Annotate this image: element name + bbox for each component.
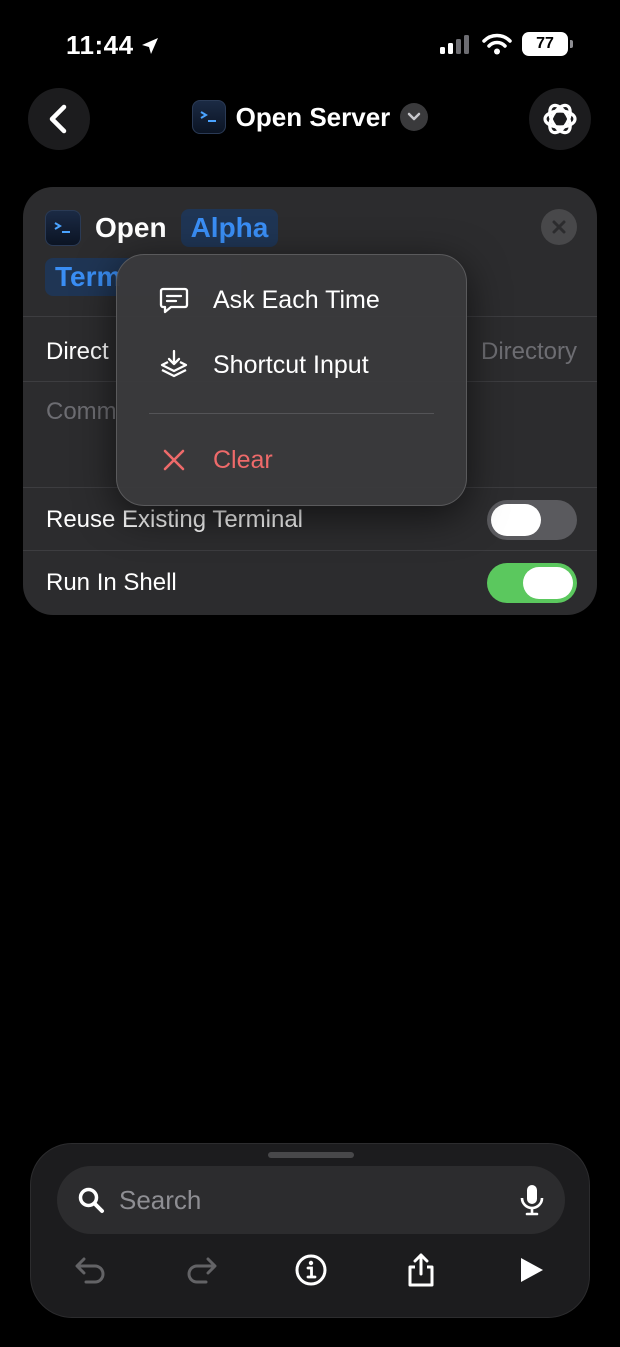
battery-indicator: 77 (522, 32, 573, 56)
menu-item-label: Ask Each Time (213, 285, 380, 314)
wifi-icon (482, 33, 512, 55)
divider (23, 550, 597, 551)
microphone-icon[interactable] (519, 1183, 545, 1217)
shortcut-input-icon (157, 348, 191, 382)
status-time: 11:44 (66, 30, 160, 61)
speech-bubble-icon (157, 283, 191, 317)
editor-toolbar (31, 1248, 589, 1292)
menu-separator (149, 413, 434, 414)
share-icon (408, 1253, 434, 1287)
menu-item-ask-each-time[interactable]: Ask Each Time (157, 283, 446, 317)
close-icon (157, 443, 191, 477)
menu-item-shortcut-input[interactable]: Shortcut Input (157, 348, 446, 382)
undo-button[interactable] (69, 1248, 113, 1292)
terminal-app-icon (191, 100, 226, 134)
command-field[interactable]: Comm (46, 398, 117, 426)
search-icon (78, 1187, 104, 1213)
search-placeholder: Search (119, 1184, 202, 1215)
battery-level: 77 (536, 35, 554, 52)
undo-icon (75, 1257, 105, 1284)
menu-item-clear[interactable]: Clear (157, 443, 446, 477)
run-button[interactable] (509, 1248, 553, 1292)
remove-action-button[interactable] (541, 209, 577, 245)
status-icons: 77 (440, 32, 573, 56)
run-in-shell-row: Run In Shell (46, 559, 577, 607)
time-label: 11:44 (66, 30, 134, 60)
info-button[interactable] (289, 1248, 333, 1292)
shortcut-title-menu[interactable]: Open Server (0, 100, 620, 134)
app-parameter-token[interactable]: Alpha (180, 209, 279, 247)
chevron-down-icon[interactable] (400, 103, 429, 131)
redo-icon (187, 1257, 217, 1284)
play-icon (521, 1258, 543, 1282)
redo-button[interactable] (179, 1248, 223, 1292)
terminal-app-icon (45, 210, 81, 246)
bottom-action-panel: Search (30, 1143, 590, 1318)
location-arrow-icon (141, 37, 158, 54)
cellular-signal-icon (440, 35, 469, 54)
toggle-knob (523, 567, 573, 599)
gear-icon (543, 103, 577, 135)
info-icon (295, 1254, 327, 1286)
run-in-shell-toggle[interactable] (487, 563, 577, 603)
share-button[interactable] (399, 1248, 443, 1292)
page-title: Open Server (235, 101, 391, 132)
sheet-grabber[interactable] (268, 1152, 354, 1158)
directory-value[interactable]: Directory (481, 338, 577, 366)
menu-item-label: Shortcut Input (213, 350, 369, 379)
reuse-terminal-label: Reuse Existing Terminal (46, 506, 304, 533)
variable-options-menu: Ask Each Time Shortcut Input Clear (116, 254, 467, 506)
directory-label: Direct (46, 338, 109, 365)
settings-button[interactable] (529, 88, 591, 150)
toggle-knob (491, 504, 541, 536)
run-in-shell-label: Run In Shell (46, 569, 177, 596)
search-actions-field[interactable]: Search (57, 1166, 565, 1234)
reuse-terminal-toggle[interactable] (487, 500, 577, 540)
menu-item-label: Clear (213, 445, 273, 474)
action-verb: Open (95, 212, 167, 243)
close-icon (552, 220, 566, 234)
